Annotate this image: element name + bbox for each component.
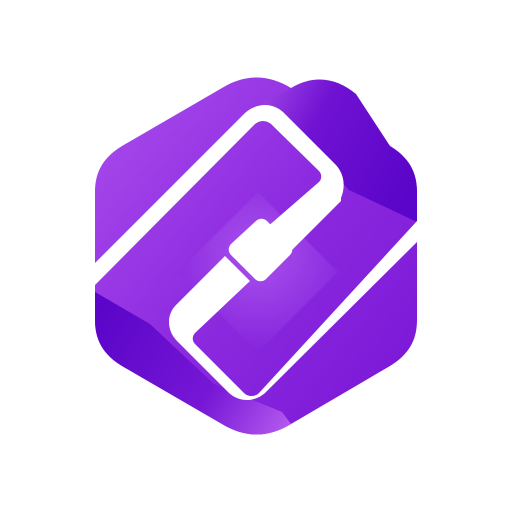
app-icon-canvas (0, 0, 512, 512)
app-logo-icon (95, 77, 417, 435)
